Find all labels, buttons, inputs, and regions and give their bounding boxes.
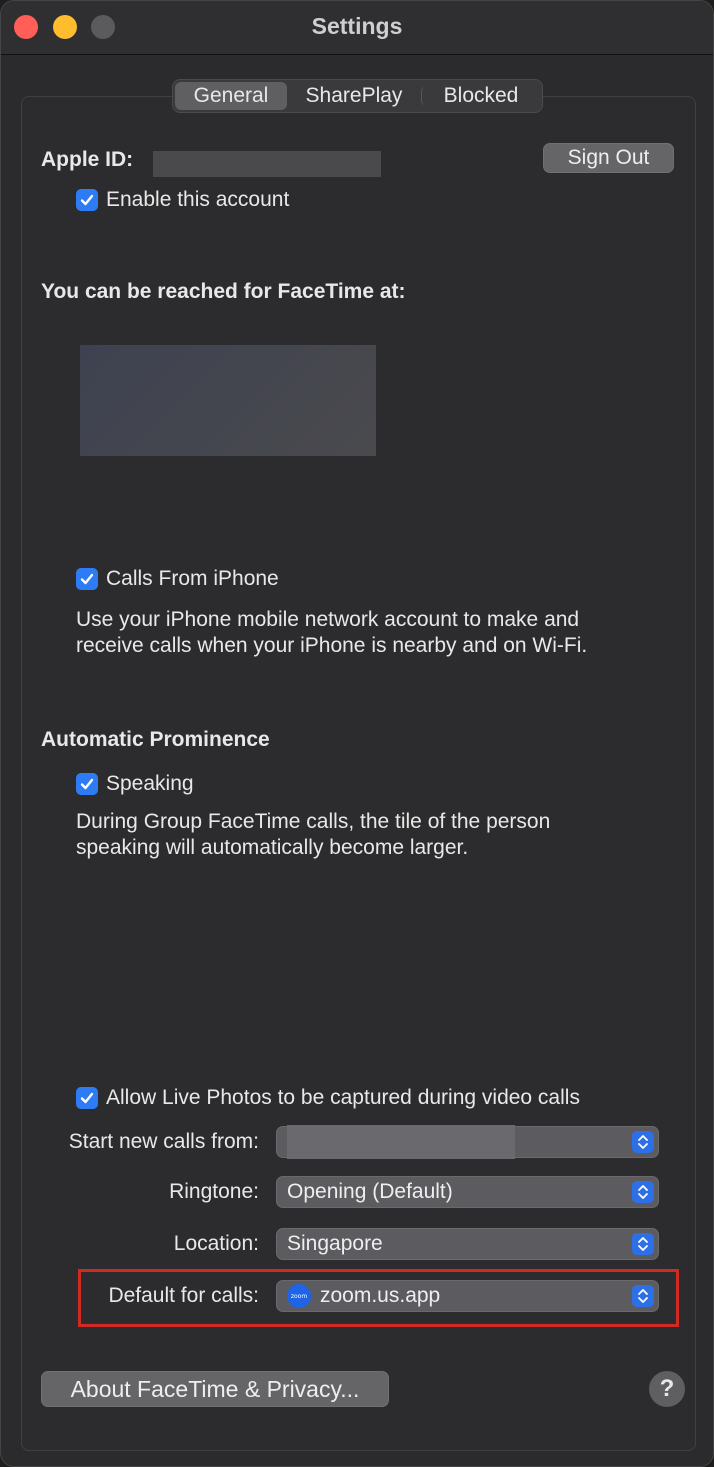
help-button[interactable]: ? [649, 1371, 685, 1407]
tab-general[interactable]: General [175, 82, 287, 110]
tab-blocked[interactable]: Blocked [421, 84, 540, 107]
default-calls-highlight [78, 1269, 679, 1327]
calls-from-iphone-checkbox[interactable] [76, 568, 98, 590]
tab-shareplay[interactable]: SharePlay [287, 82, 421, 110]
checkmark-icon [80, 573, 94, 585]
location-popup[interactable]: Singapore [276, 1228, 659, 1260]
apple-id-label: Apple ID: [41, 148, 134, 171]
checkmark-icon [80, 194, 94, 206]
start-calls-label: Start new calls from: [68, 1130, 259, 1153]
enable-account-checkbox[interactable] [76, 189, 98, 211]
chevron-updown-icon [632, 1181, 654, 1203]
speaking-checkbox[interactable] [76, 773, 98, 795]
chevron-updown-icon [632, 1233, 654, 1255]
title-bar: Settings [1, 1, 713, 55]
about-facetime-privacy-button[interactable]: About FaceTime & Privacy... [41, 1371, 389, 1407]
live-photos-checkbox[interactable] [76, 1087, 98, 1109]
tab-bar: General SharePlay Blocked [172, 79, 543, 113]
calls-from-iphone-label: Calls From iPhone [106, 567, 279, 590]
start-calls-value-redacted [287, 1125, 515, 1159]
checkmark-icon [80, 778, 94, 790]
speaking-label: Speaking [106, 772, 194, 795]
checkmark-icon [80, 1092, 94, 1104]
live-photos-label: Allow Live Photos to be captured during … [106, 1086, 580, 1109]
location-value: Singapore [287, 1232, 383, 1255]
settings-window: Settings General SharePlay Blocked Apple… [0, 0, 714, 1467]
ringtone-value: Opening (Default) [287, 1180, 453, 1203]
location-label: Location: [173, 1232, 259, 1255]
sign-out-button[interactable]: Sign Out [543, 143, 674, 173]
prominence-heading: Automatic Prominence [41, 728, 270, 751]
ringtone-popup[interactable]: Opening (Default) [276, 1176, 659, 1208]
enable-account-label: Enable this account [106, 188, 290, 211]
reach-heading: You can be reached for FaceTime at: [41, 280, 406, 303]
ringtone-label: Ringtone: [169, 1180, 259, 1203]
prominence-description: During Group FaceTime calls, the tile of… [76, 810, 551, 859]
apple-id-value-redacted [153, 151, 381, 177]
window-title: Settings [311, 13, 403, 39]
start-calls-popup[interactable] [276, 1125, 659, 1159]
calls-from-iphone-description: Use your iPhone mobile network account t… [76, 608, 588, 657]
chevron-updown-icon [632, 1131, 654, 1153]
reach-addresses-redacted [80, 345, 376, 456]
